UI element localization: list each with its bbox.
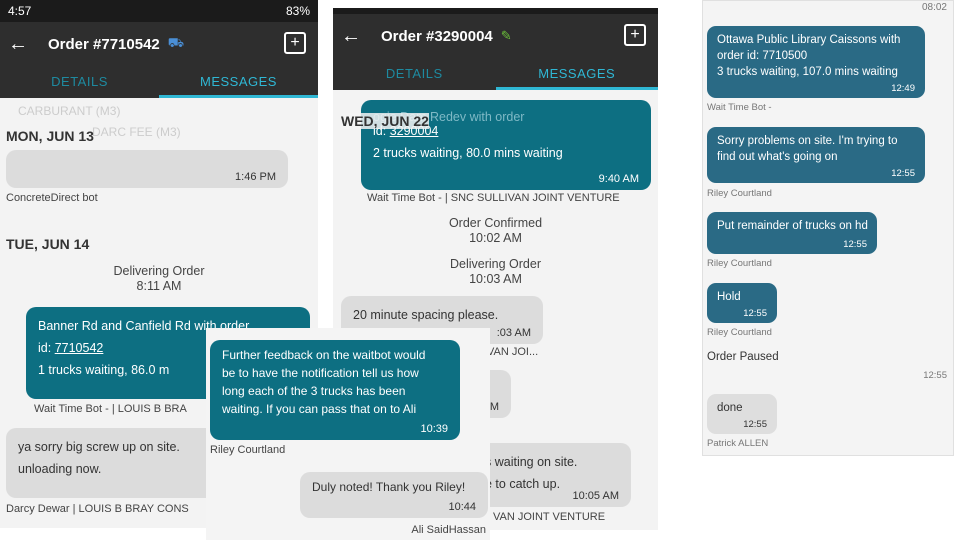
system-message-text: Delivering Order xyxy=(449,257,541,271)
message-line: 2 trucks waiting, 80.0 mins waiting xyxy=(373,146,563,160)
message-line: Sorry problems on site. I'm trying to xyxy=(717,135,898,147)
message-line: waiting. If you can pass that on to Ali xyxy=(222,402,417,416)
message-time: 10:39 xyxy=(420,423,448,435)
message-time: 08:02 xyxy=(921,2,947,13)
overlay-conversation: Further feedback on the waitbot would be… xyxy=(206,328,490,540)
message-sender: Riley Courtland xyxy=(707,327,772,338)
system-message-text: Delivering Order xyxy=(113,264,205,278)
message-time: 9:40 AM xyxy=(598,173,639,185)
faded-item: CARBURANT (M3) xyxy=(18,104,121,118)
message-time: 12:55 xyxy=(743,419,767,430)
system-message-time: 10:02 AM xyxy=(469,231,522,245)
truck-icon: ⛟ xyxy=(167,35,185,50)
message-line: Further feedback on the waitbot would xyxy=(222,348,426,362)
message-sender: Darcy Dewar | LOUIS B BRAY CONS xyxy=(6,503,189,515)
add-box-icon[interactable]: + xyxy=(284,32,306,54)
message-line: find out what's going on xyxy=(717,151,838,163)
message-sender: Patrick ALLEN xyxy=(707,438,769,449)
day-separator: MON, JUN 13 xyxy=(6,128,94,144)
status-time: 4:57 xyxy=(8,4,32,18)
id-label: id: xyxy=(38,341,52,355)
message-bubble: Put remainder of trucks on hd 12:55 xyxy=(707,212,877,254)
system-message-time: 12:55 xyxy=(923,370,947,381)
tab-messages[interactable]: MESSAGES xyxy=(495,58,658,90)
tab-details[interactable]: DETAILS xyxy=(0,66,159,98)
back-arrow-icon[interactable]: ← xyxy=(335,25,367,48)
message-sender: Wait Time Bot - | LOUIS B BRA xyxy=(34,403,187,415)
message-line: order id: 7710500 xyxy=(717,50,808,62)
order-id-link[interactable]: 7710542 xyxy=(55,341,104,355)
message-line: be to have the notification tell us how xyxy=(222,366,419,380)
tab-bar: DETAILS MESSAGES xyxy=(333,58,658,90)
message-bubble: Hold 12:55 xyxy=(707,283,777,323)
message-line: Put remainder of trucks on hd xyxy=(717,220,868,232)
system-message: Order Confirmed 10:02 AM xyxy=(333,216,658,246)
message-time: 12:49 xyxy=(891,83,915,94)
message-line: Duly noted! Thank you Riley! xyxy=(312,480,466,494)
message-sender: Ali SaidHassan xyxy=(411,524,486,536)
message-sender: Wait Time Bot - xyxy=(707,102,772,113)
message-time: 1:46 PM xyxy=(235,171,276,183)
back-arrow-icon[interactable]: ← xyxy=(2,33,34,56)
message-bubble: done 12:55 xyxy=(707,394,777,434)
message-line: Ottawa Public Library Caissons with xyxy=(717,34,901,46)
message-line: Hold xyxy=(717,291,741,303)
day-separator: TUE, JUN 14 xyxy=(6,236,90,252)
message-time: 10:05 AM xyxy=(572,490,619,502)
tab-details[interactable]: DETAILS xyxy=(333,58,496,90)
panel-order-7710500: 08:02 Ottawa Public Library Caissons wit… xyxy=(702,0,954,456)
message-bubble: Ottawa Public Library Caissons with orde… xyxy=(707,26,925,98)
message-line: s waiting on site. xyxy=(485,455,578,469)
system-message-time: 10:03 AM xyxy=(469,272,522,286)
faded-item: DARC FEE (M3) xyxy=(92,125,181,139)
message-sender: Riley Courtland xyxy=(707,188,772,199)
system-message-time: 8:11 AM xyxy=(136,279,182,293)
message-line: 3 trucks waiting, 107.0 mins waiting xyxy=(717,66,898,78)
message-sender: ConcreteDirect bot xyxy=(6,192,98,204)
battery-level: 83% xyxy=(285,4,310,18)
message-bubble: Duly noted! Thank you Riley! 10:44 xyxy=(300,472,488,518)
message-line: long each of the 3 trucks has been xyxy=(222,384,406,398)
add-box-icon[interactable]: + xyxy=(624,24,646,46)
message-time: 10:44 xyxy=(448,501,476,513)
app-bar: ← Order #7710542 ⛟ + xyxy=(0,22,318,66)
order-title: Order #3290004 xyxy=(381,27,493,45)
message-bubble: 1:46 PM xyxy=(6,150,288,188)
system-message-text: Order Confirmed xyxy=(448,216,543,230)
system-message-text: Order Paused xyxy=(707,351,779,363)
day-separator: WED, JUN 22 xyxy=(341,113,429,129)
message-time: 12:55 xyxy=(843,239,867,250)
system-message: Delivering Order 10:03 AM xyxy=(333,257,658,287)
message-bubble: s waiting on site. e to catch up. 10:05 … xyxy=(473,443,631,507)
message-sender: VAN JOI... xyxy=(487,346,539,358)
message-sender: Riley Courtland xyxy=(707,258,772,269)
message-line: 20 minute spacing please. xyxy=(353,308,499,322)
message-sender: Riley Courtland xyxy=(210,444,286,456)
edit-icon[interactable]: ✎ xyxy=(501,28,512,44)
message-sender: Wait Time Bot - | SNC SULLIVAN JOINT VEN… xyxy=(367,192,620,204)
system-message: Delivering Order 8:11 AM xyxy=(0,264,318,294)
order-title: Order #7710542 xyxy=(48,35,160,53)
tab-messages[interactable]: MESSAGES xyxy=(159,66,318,98)
message-time: M xyxy=(489,401,499,413)
message-time: 12:55 xyxy=(891,168,915,179)
message-time: :03 AM xyxy=(496,327,531,339)
tab-bar: DETAILS MESSAGES xyxy=(0,66,318,98)
message-bubble: Sorry problems on site. I'm trying to fi… xyxy=(707,127,925,183)
message-bubble: Further feedback on the waitbot would be… xyxy=(210,340,460,440)
message-sender: VAN JOINT VENTURE xyxy=(493,511,606,523)
status-bar: 4:57 83% xyxy=(0,0,318,22)
app-bar: ← Order #3290004 ✎ + xyxy=(333,14,658,58)
message-time: 12:55 xyxy=(743,308,767,319)
message-line: done xyxy=(717,402,743,414)
